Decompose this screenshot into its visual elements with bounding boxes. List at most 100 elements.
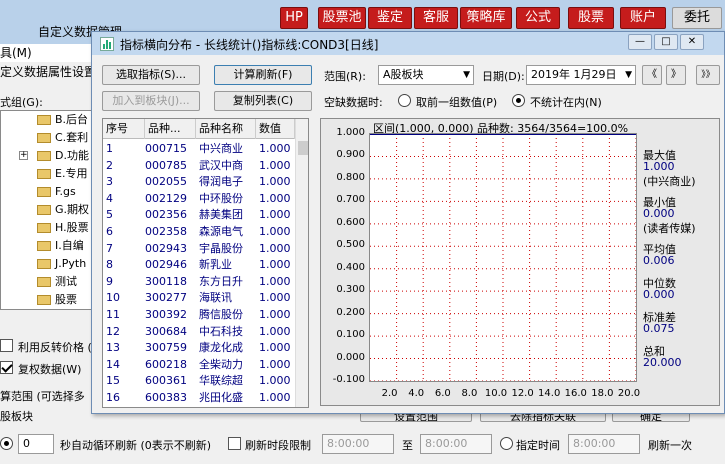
dialog-title-bar[interactable]: 指标横向分布 - 长线统计()指标线:COND3[日线] — □ ✕ [92,32,724,55]
tree-item[interactable]: J.Pyth [37,255,86,273]
table-row[interactable]: 1 000715 中兴商业 1.000 [103,141,295,157]
background-menu[interactable]: 具(M) [0,44,100,62]
formula-tree[interactable]: B.后台 C.套利 + D.功能 E.专用 F.gs G.期权 H.股票 I.自编… [0,110,95,310]
tree-item[interactable]: C.套利 [37,129,88,147]
missing-data-label: 空缺数据时: [324,96,383,109]
reverse-price-checkbox[interactable] [0,339,13,352]
result-table[interactable]: 序号 品种... 品种名称 数值 1 000715 中兴商业 1.000 2 000785… [102,118,309,408]
table-row[interactable]: 4 002129 中环股份 1.000 [103,191,295,207]
add-to-board-button[interactable]: 加入到板块(J)... [102,91,200,111]
x-tick-label: 10.0 [484,388,508,399]
table-row[interactable]: 10 300277 海联讯 1.000 [103,290,295,306]
scrollbar-thumb[interactable] [298,141,308,155]
stat-value: 0.000 [643,207,675,220]
table-row[interactable]: 16 600383 兆田化盛 1.000 [103,390,295,406]
stat-value: 1.000 [643,160,675,173]
prev-date-button[interactable]: 《 [642,65,662,85]
select-indicator-button[interactable]: 选取指标(S)... [102,65,200,85]
table-cell: 1.000 [259,291,291,305]
toolbar-button-4[interactable]: 策略库 [460,7,512,29]
prev-group-radio[interactable] [398,94,411,107]
table-cell: 1.000 [259,308,291,321]
last-date-button[interactable]: 》》 [696,65,720,85]
toolbar-button-0[interactable]: HP [280,7,308,29]
column-header[interactable]: 序号 [103,119,145,139]
toolbar-button-3[interactable]: 客服 [414,7,458,29]
toolbar-button-6[interactable]: 股票 [568,7,614,29]
table-cell: 7 [106,241,113,255]
table-row[interactable]: 15 600361 华联综超 1.000 [103,373,295,389]
tree-item[interactable]: B.后台 [37,111,88,129]
auto-refresh-radio[interactable] [0,437,13,450]
refresh-period-checkbox[interactable] [228,437,241,450]
time-from-input[interactable]: 8:00:00 [322,434,394,454]
table-cell: 600361 [145,374,187,388]
maximize-icon[interactable]: □ [654,34,678,50]
table-row[interactable]: 11 300392 腾信股份 1.000 [103,307,295,323]
range-select[interactable]: A股板块 ▼ [378,65,474,85]
x-tick-label: 12.0 [511,388,534,399]
calc-refresh-button[interactable]: 计算刷新(F) [214,65,312,85]
table-cell: 得润电子 [199,175,243,189]
table-scrollbar[interactable] [295,119,308,407]
folder-icon [37,205,51,215]
time-to-input[interactable]: 8:00:00 [420,434,492,454]
column-header[interactable]: 数值 [256,119,295,139]
table-row[interactable]: 3 002055 得润电子 1.000 [103,174,295,190]
table-row[interactable]: 5 002356 赫美集团 1.000 [103,207,295,223]
column-header[interactable]: 品种... [145,119,196,139]
table-cell: 13 [106,341,120,355]
tree-item[interactable]: I.自编 [37,237,84,255]
tree-item[interactable]: H.股票 [37,219,89,237]
tree-item[interactable]: F.gs [37,183,79,201]
table-cell: 中环股份 [199,191,243,205]
chart-app-icon [100,37,114,51]
reinstate-label: 复权数据(W) [18,363,82,376]
table-cell: 6 [106,225,113,238]
minimize-icon[interactable]: — [628,34,652,50]
tree-item-label: 测试 [55,275,77,288]
folder-icon [37,295,51,305]
tree-item[interactable]: G.期权 [37,201,89,219]
table-row[interactable]: 2 000785 武汉中商 1.000 [103,158,295,174]
y-tick-label: 0.700 [336,194,365,206]
y-tick-label: 0.800 [336,171,365,183]
table-row[interactable]: 7 002943 宇晶股份 1.000 [103,241,295,257]
y-tick-label: 0.000 [336,351,365,363]
folder-icon [37,187,51,197]
specified-time-input[interactable]: 8:00:00 [568,434,640,454]
tree-item[interactable]: 股票 [37,291,77,309]
table-cell: 腾信股份 [199,308,243,321]
table-cell: 300118 [145,274,187,288]
close-icon[interactable]: ✕ [680,34,704,50]
next-date-button[interactable]: 》 [666,65,686,85]
toolbar-button-2[interactable]: 鉴定 [368,7,412,29]
expand-icon[interactable]: + [19,151,28,160]
table-row[interactable]: 9 300118 东方日升 1.000 [103,274,295,290]
specified-time-radio[interactable] [500,437,513,450]
stat-value: 20.000 [643,356,682,369]
table-row[interactable]: 8 002946 新乳业 1.000 [103,257,295,273]
toolbar-button-8[interactable]: 委托 [672,7,722,29]
reinstate-checkbox[interactable] [0,361,13,374]
table-row[interactable]: 14 600218 全柴动力 1.000 [103,357,295,373]
folder-icon [37,241,51,251]
toolbar-button-5[interactable]: 公式 [516,7,560,29]
not-counted-radio[interactable] [512,94,525,107]
tree-item[interactable]: E.专用 [37,165,87,183]
x-tick-label: 16.0 [564,388,587,399]
dialog-title: 指标横向分布 - 长线统计()指标线:COND3[日线] [120,38,379,52]
toolbar-button-1[interactable]: 股票池 [318,7,366,29]
toolbar-button-7[interactable]: 账户 [620,7,666,29]
table-row[interactable]: 13 300759 康龙化成 1.000 [103,340,295,356]
table-row[interactable]: 12 300684 中石科技 1.000 [103,324,295,340]
date-picker[interactable]: 2019年 1月29日 ▼ [526,65,636,85]
x-tick-label: 18.0 [591,388,614,399]
column-header[interactable]: 品种名称 [196,119,256,139]
tree-item[interactable]: 测试 [37,273,77,291]
table-row[interactable]: 6 002358 森源电气 1.000 [103,224,295,240]
folder-icon [37,115,51,125]
tree-item[interactable]: + D.功能 [19,147,89,165]
auto-refresh-seconds-input[interactable]: 0 [18,434,54,454]
copy-list-button[interactable]: 复制列表(C) [214,91,312,111]
